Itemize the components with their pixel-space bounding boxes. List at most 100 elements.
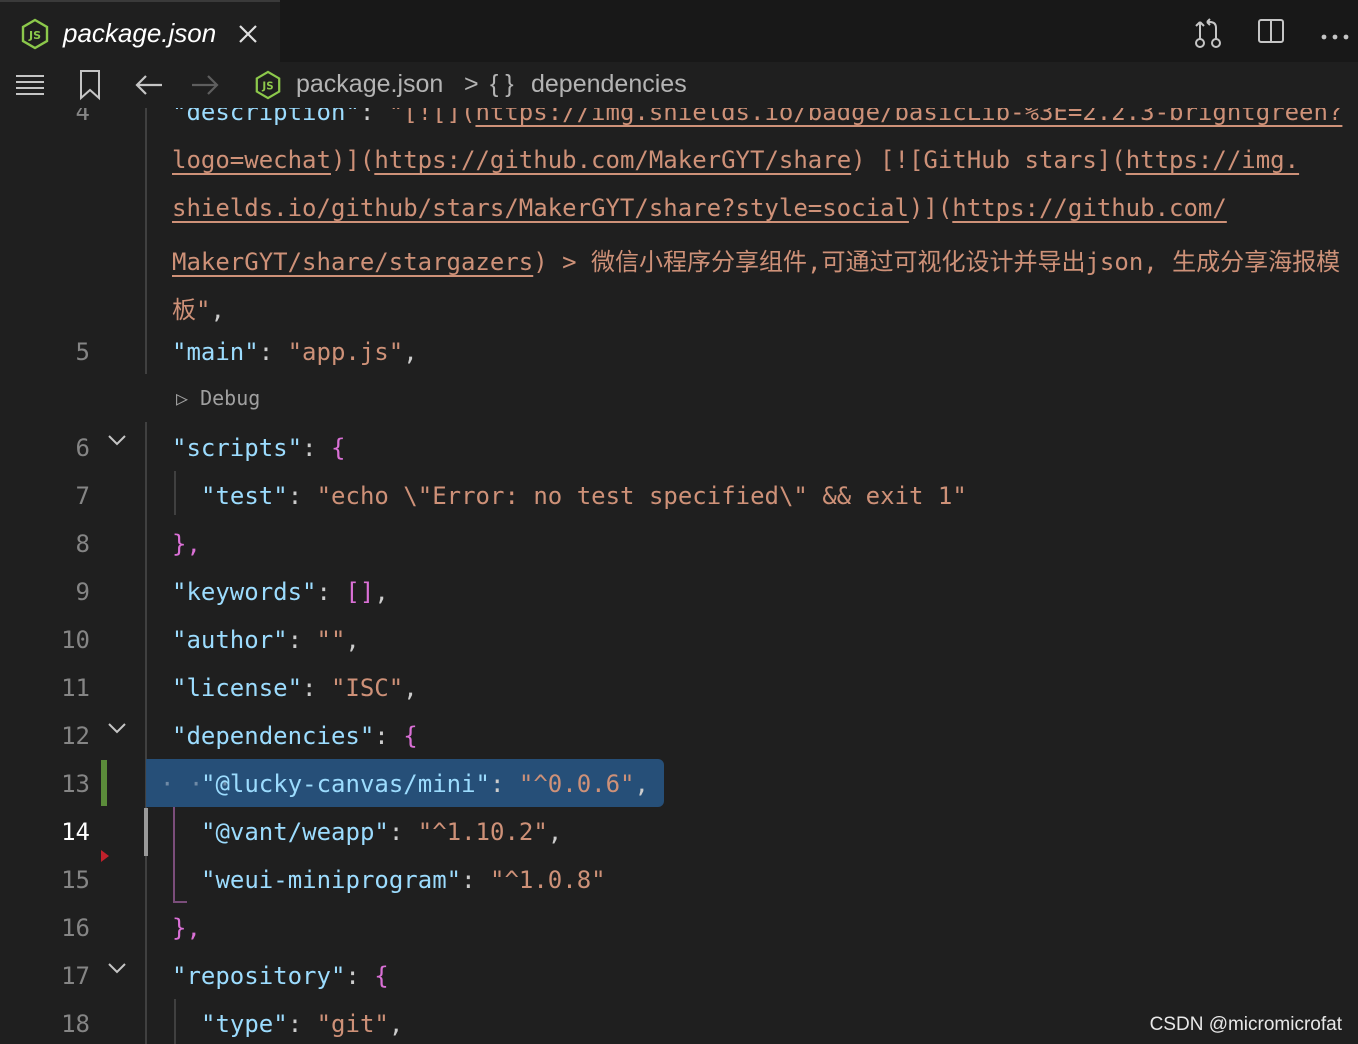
code-line-10: "author": "", (172, 626, 360, 654)
play-icon: ▷ (176, 386, 189, 410)
url-link[interactable]: MakerGYT/share/stargazers (172, 248, 533, 276)
line-number: 15 (61, 866, 90, 894)
code-line-6: "scripts": { (172, 434, 345, 462)
json-key: "repository" (172, 962, 346, 990)
json-string: "git" (316, 1010, 389, 1038)
json-colon: : (287, 482, 317, 510)
json-key: "weui-miniprogram" (201, 866, 462, 894)
breadcrumb: JS package.json > { } dependencies (0, 62, 1358, 108)
code-line-7: "test": "echo \"Error: no test specified… (201, 482, 967, 510)
json-colon: : (258, 338, 288, 366)
line-number: 8 (75, 530, 90, 558)
code-line-4-wrap-3: shields.io/github/stars/MakerGYT/share?s… (172, 194, 1227, 222)
code-line-14: "@vant/weapp": "^1.10.2", (201, 818, 562, 846)
url-link[interactable]: logo=wechat (172, 146, 331, 174)
line-number: 11 (61, 674, 90, 702)
json-colon: : (316, 578, 346, 606)
json-string: "^1.0.8" (490, 866, 606, 894)
json-key: "author" (172, 626, 288, 654)
json-colon: : (461, 866, 490, 894)
code-line-13: "@lucky-canvas/mini": "^0.0.6", (201, 770, 649, 798)
line-number: 5 (75, 338, 90, 366)
json-colon: : (287, 1010, 317, 1038)
line-number: 16 (61, 914, 90, 942)
back-arrow-icon[interactable] (134, 72, 164, 103)
indent-guide (174, 471, 176, 515)
cursor-line-indicator (144, 808, 148, 856)
code-line-17: "repository": { (172, 962, 389, 990)
json-key: "type" (201, 1010, 288, 1038)
json-string: "echo \"Error: no test specified\" && ex… (316, 482, 967, 510)
code-line-16: }, (172, 914, 201, 942)
json-string: )]( (330, 146, 375, 174)
url-link[interactable]: https://img.shields.io/badge/basicLib-%3… (475, 108, 1342, 126)
url-link[interactable]: https://github.com/MakerGYT/share (374, 146, 851, 174)
url-link[interactable]: https://github.com/ (952, 194, 1227, 222)
json-key: "@lucky-canvas/mini" (201, 770, 490, 798)
json-key: "dependencies" (172, 722, 375, 750)
line-number: 18 (61, 1010, 90, 1038)
json-colon: : (359, 108, 389, 126)
json-comma: , (210, 296, 225, 324)
json-colon: : (374, 722, 404, 750)
chevron-down-icon[interactable] (107, 720, 127, 740)
line-number-active: 14 (61, 818, 90, 846)
code-line-5: "main": "app.js", (172, 338, 418, 366)
outline-list-icon[interactable] (14, 72, 46, 103)
json-string: "^1.10.2" (417, 818, 548, 846)
json-comma: , (547, 818, 563, 846)
svg-text:JS: JS (28, 29, 41, 42)
json-comma: , (374, 578, 389, 606)
forward-arrow-icon[interactable] (190, 72, 220, 103)
json-string: "" (316, 626, 346, 654)
chevron-down-icon[interactable] (107, 960, 127, 980)
json-string: 板" (172, 296, 211, 324)
json-key: "@vant/weapp" (201, 818, 389, 846)
json-comma: , (634, 770, 649, 798)
json-key: "description" (172, 108, 360, 126)
nodejs-icon: JS (20, 18, 50, 55)
debug-codelens[interactable]: ▷ Debug (176, 386, 260, 410)
json-bracket: }, (172, 530, 201, 558)
json-colon: : (287, 626, 317, 654)
svg-text:JS: JS (261, 81, 273, 93)
braces-icon: { } (490, 70, 514, 98)
code-line-4-wrap-2: logo=wechat)](https://github.com/MakerGY… (172, 146, 1299, 174)
json-key: "license" (172, 674, 303, 702)
tab-title: package.json (63, 18, 217, 48)
git-deleted-marker[interactable] (101, 850, 109, 862)
watermark: CSDN @micromicrofat (1149, 1014, 1342, 1035)
json-string: "^0.0.6" (518, 770, 635, 798)
json-key: "main" (172, 338, 259, 366)
bracket-guide (173, 901, 187, 903)
code-line-9: "keywords": [], (172, 578, 389, 606)
json-comma: , (403, 338, 418, 366)
json-bracket: { (403, 722, 418, 750)
nodejs-icon: JS (254, 70, 282, 105)
json-comma: , (388, 1010, 404, 1038)
chevron-down-icon[interactable] (107, 432, 127, 452)
json-comma: , (403, 674, 418, 702)
json-colon: : (302, 674, 331, 702)
url-link[interactable]: shields.io/github/stars/MakerGYT/share?s… (172, 194, 909, 222)
close-icon[interactable] (236, 22, 260, 51)
git-added-indicator (101, 760, 107, 806)
tab-bar: JS package.json (0, 0, 1358, 62)
json-colon: : (388, 818, 418, 846)
breadcrumb-file[interactable]: package.json (296, 70, 443, 99)
code-line-18: "type": "git", (201, 1010, 403, 1038)
line-number: 17 (61, 962, 90, 990)
json-bracket: { (374, 962, 389, 990)
code-line-12: "dependencies": { (172, 722, 418, 750)
url-link[interactable]: https://img. (1126, 146, 1299, 174)
breadcrumb-symbol[interactable]: dependencies (531, 70, 687, 99)
split-editor-icon[interactable] (1256, 16, 1286, 51)
code-editor[interactable]: 4 5 6 7 8 9 10 11 12 13 14 15 16 17 18 "… (0, 108, 1358, 1044)
bookmark-icon[interactable] (78, 69, 102, 106)
json-bracket: { (330, 434, 346, 462)
tab-package-json[interactable]: JS package.json (0, 0, 280, 62)
more-actions-icon[interactable] (1320, 28, 1350, 46)
source-control-compare-icon[interactable] (1192, 16, 1224, 55)
line-number: 13 (61, 770, 90, 798)
json-bracket: }, (172, 914, 201, 942)
